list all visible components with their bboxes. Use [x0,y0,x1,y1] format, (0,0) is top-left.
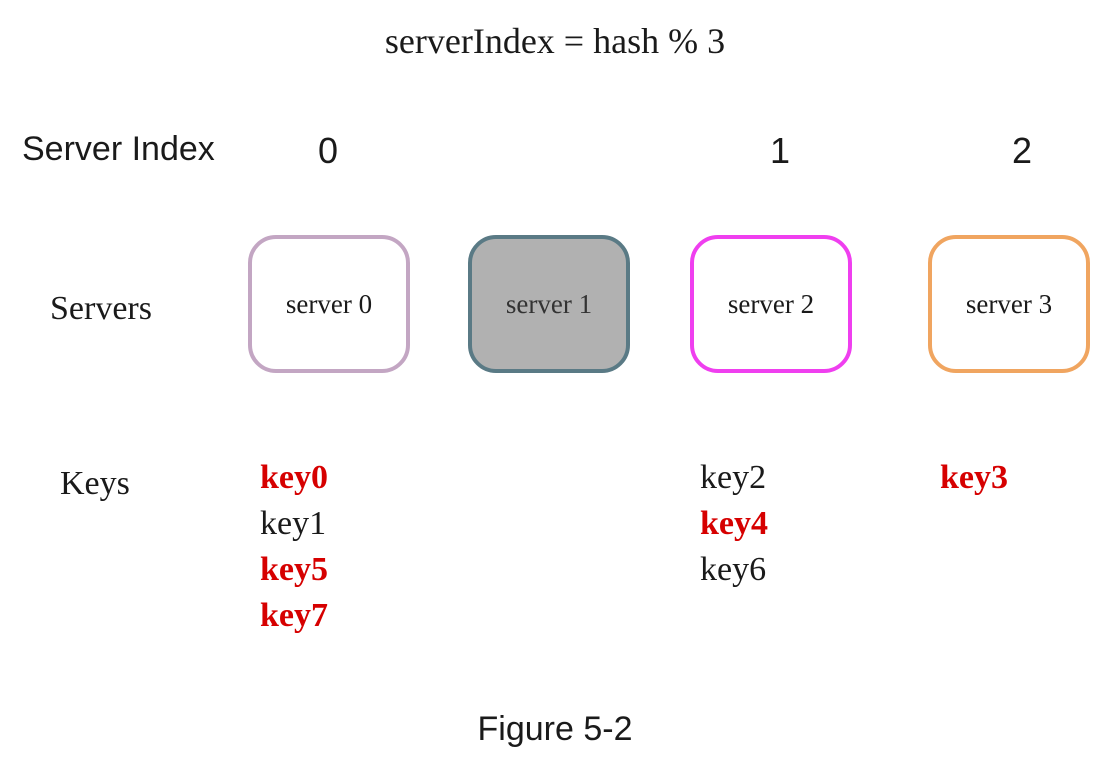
server-box-1: server 1 [468,235,630,373]
key-item: key2 [700,455,768,501]
key-item: key5 [260,547,328,593]
label-servers: Servers [50,290,152,328]
server-label: server 1 [506,289,592,320]
server-label: server 3 [966,289,1052,320]
key-item: key3 [940,455,1008,501]
server-box-0: server 0 [248,235,410,373]
server-box-2: server 2 [690,235,852,373]
key-item: key1 [260,501,328,547]
key-item: key0 [260,455,328,501]
server-index-1: 1 [770,130,790,172]
label-keys: Keys [60,465,130,503]
keys-column-0: key0 key1 key5 key7 [260,455,328,639]
server-label: server 2 [728,289,814,320]
figure-caption: Figure 5-2 [0,710,1110,749]
key-item: key7 [260,593,328,639]
label-server-index: Server Index [22,130,215,169]
server-box-3: server 3 [928,235,1090,373]
server-index-0: 0 [318,130,338,172]
server-index-2: 2 [1012,130,1032,172]
key-item: key4 [700,501,768,547]
server-label: server 0 [286,289,372,320]
key-item: key6 [700,547,768,593]
keys-column-3: key3 [940,455,1008,501]
keys-column-2: key2 key4 key6 [700,455,768,593]
hash-formula: serverIndex = hash % 3 [0,20,1110,62]
